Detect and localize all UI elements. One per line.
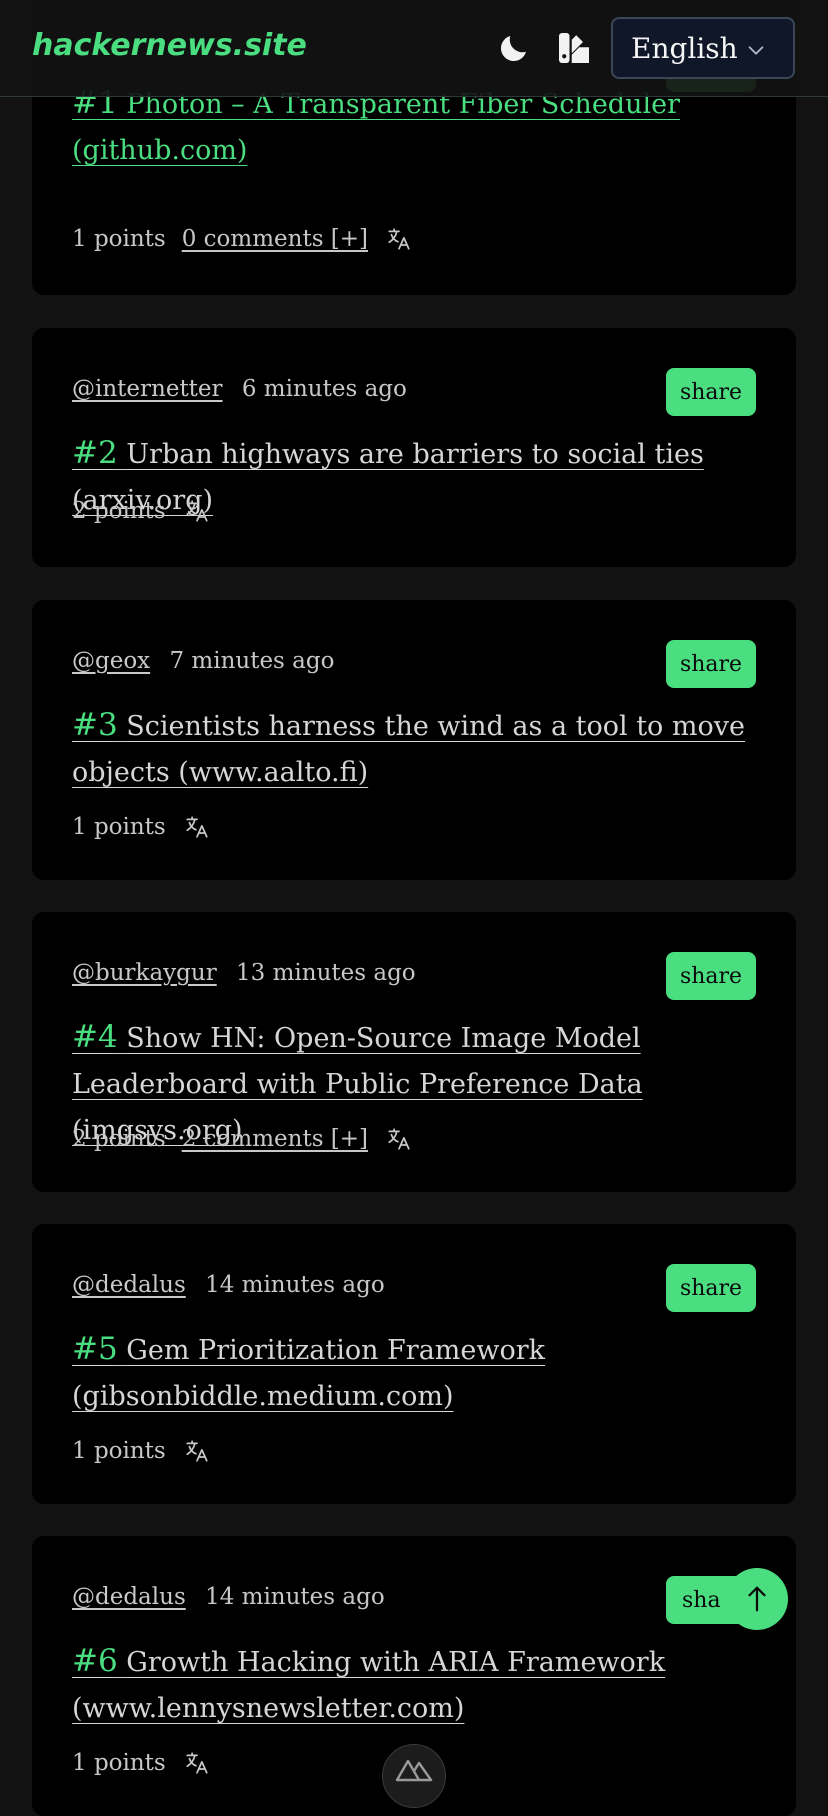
points: 2 points bbox=[72, 498, 166, 524]
arrow-up-icon bbox=[748, 1586, 766, 1612]
devtools-toggle[interactable] bbox=[382, 1744, 446, 1808]
story-card: @burkaygur 13 minutes ago share #4 Show … bbox=[32, 912, 796, 1192]
author-link[interactable]: @geox bbox=[72, 648, 150, 674]
translate-icon[interactable] bbox=[184, 814, 210, 840]
language-label: English bbox=[631, 31, 738, 65]
comments-link[interactable]: 0 comments [+] bbox=[182, 226, 368, 252]
story-rank: #2 bbox=[72, 435, 118, 471]
share-button[interactable]: share bbox=[666, 952, 756, 1000]
points: 1 points bbox=[72, 1438, 166, 1464]
translate-icon[interactable] bbox=[184, 1438, 210, 1464]
story-card: @internetter 6 minutes ago share #2 Urba… bbox=[32, 328, 796, 567]
story-stats: 1 points 0 comments [+] bbox=[72, 226, 412, 252]
timestamp: 6 minutes ago bbox=[241, 376, 407, 402]
story-title: Scientists harness the wind as a tool to… bbox=[72, 711, 745, 788]
story-meta: @dedalus 14 minutes ago bbox=[72, 1272, 385, 1298]
chevron-down-icon bbox=[748, 46, 764, 55]
story-title-link[interactable]: #3 Scientists harness the wind as a tool… bbox=[72, 702, 776, 796]
points: 1 points bbox=[72, 814, 166, 840]
story-meta: @geox 7 minutes ago bbox=[72, 648, 334, 674]
points: 1 points bbox=[72, 226, 166, 252]
story-feed: share #1 Photon – A Transparent Fiber Sc… bbox=[0, 0, 828, 1816]
story-rank: #5 bbox=[72, 1331, 118, 1367]
moon-icon[interactable] bbox=[496, 30, 532, 66]
story-meta: @internetter 6 minutes ago bbox=[72, 376, 407, 402]
site-logo[interactable]: hackernews.site bbox=[32, 28, 307, 63]
language-select[interactable]: English bbox=[611, 17, 795, 79]
timestamp: 14 minutes ago bbox=[205, 1272, 385, 1298]
story-title-link[interactable]: #5 Gem Prioritization Framework (gibsonb… bbox=[72, 1326, 776, 1420]
story-card: @dedalus 14 minutes ago share #5 Gem Pri… bbox=[32, 1224, 796, 1504]
author-link[interactable]: @internetter bbox=[72, 376, 223, 402]
comments-link[interactable]: 2 comments [+] bbox=[182, 1126, 368, 1152]
story-rank: #6 bbox=[72, 1643, 118, 1679]
story-meta: @dedalus 14 minutes ago bbox=[72, 1584, 385, 1610]
share-button[interactable]: share bbox=[666, 640, 756, 688]
translate-icon[interactable] bbox=[184, 1750, 210, 1776]
points: 1 points bbox=[72, 1750, 166, 1776]
story-stats: 1 points bbox=[72, 1438, 210, 1464]
story-title: Gem Prioritization Framework (gibsonbidd… bbox=[72, 1335, 546, 1412]
share-button[interactable]: share bbox=[666, 368, 756, 416]
top-navbar: hackernews.site English bbox=[0, 0, 828, 97]
nuxt-icon bbox=[395, 1759, 433, 1782]
author-link[interactable]: @dedalus bbox=[72, 1272, 186, 1298]
author-link[interactable]: @dedalus bbox=[72, 1584, 186, 1610]
timestamp: 7 minutes ago bbox=[169, 648, 335, 674]
story-stats: 1 points bbox=[72, 814, 210, 840]
translate-icon[interactable] bbox=[386, 226, 412, 252]
translate-icon[interactable] bbox=[184, 498, 210, 524]
story-stats: 2 points bbox=[72, 498, 210, 524]
share-button[interactable]: share bbox=[666, 1264, 756, 1312]
timestamp: 14 minutes ago bbox=[205, 1584, 385, 1610]
story-stats: 2 points 2 comments [+] bbox=[72, 1126, 412, 1152]
story-title-link[interactable]: #6 Growth Hacking with ARIA Framework (w… bbox=[72, 1638, 776, 1732]
story-card: @geox 7 minutes ago share #3 Scientists … bbox=[32, 600, 796, 880]
story-title: Photon – A Transparent Fiber Scheduler (… bbox=[72, 89, 680, 166]
story-rank: #3 bbox=[72, 707, 118, 743]
translate-icon[interactable] bbox=[386, 1126, 412, 1152]
author-link[interactable]: @burkaygur bbox=[72, 960, 217, 986]
timestamp: 13 minutes ago bbox=[236, 960, 416, 986]
story-meta: @burkaygur 13 minutes ago bbox=[72, 960, 416, 986]
story-rank: #4 bbox=[72, 1019, 118, 1055]
story-title: Growth Hacking with ARIA Framework (www.… bbox=[72, 1647, 666, 1724]
points: 2 points bbox=[72, 1126, 166, 1152]
story-stats: 1 points bbox=[72, 1750, 210, 1776]
scroll-to-top-button[interactable] bbox=[726, 1568, 788, 1630]
palette-icon[interactable] bbox=[556, 30, 592, 66]
